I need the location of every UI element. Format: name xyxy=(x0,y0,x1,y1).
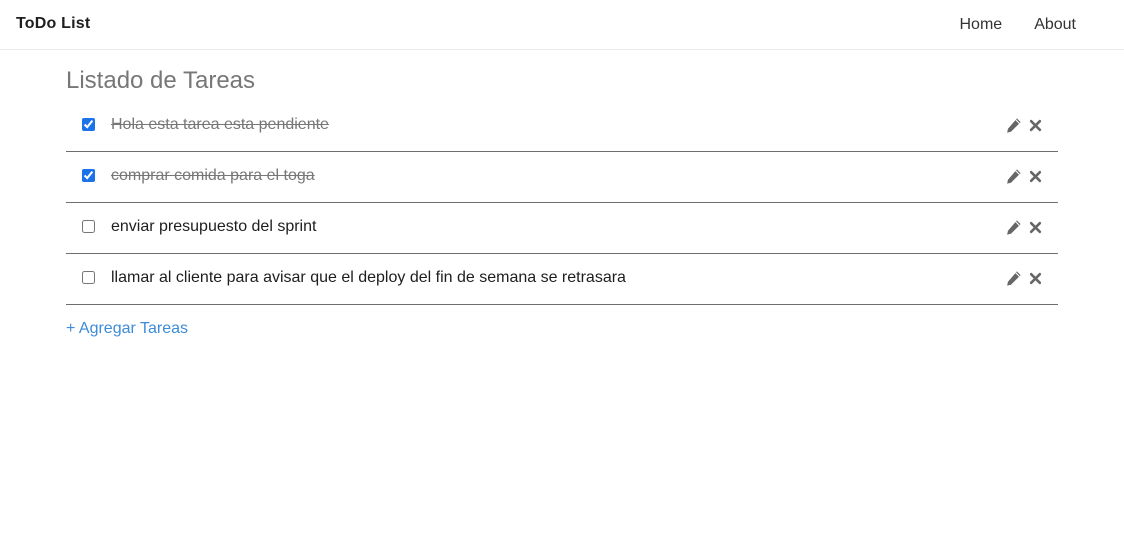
close-icon[interactable] xyxy=(1026,218,1044,236)
nav-home-link[interactable]: Home xyxy=(960,16,1003,34)
task-checkbox[interactable] xyxy=(82,220,95,233)
pencil-icon[interactable] xyxy=(1004,116,1022,134)
task-item: enviar presupuesto del sprint xyxy=(66,203,1058,254)
pencil-icon[interactable] xyxy=(1004,218,1022,236)
task-actions xyxy=(1000,269,1044,287)
task-checkbox[interactable] xyxy=(82,118,95,131)
task-text: comprar comida para el toga xyxy=(111,167,315,184)
task-checkbox[interactable] xyxy=(82,271,95,284)
main-content: Listado de Tareas Hola esta tarea esta p… xyxy=(66,50,1058,338)
task-list: Hola esta tarea esta pendiente comprar c… xyxy=(66,101,1058,305)
task-checkbox[interactable] xyxy=(82,169,95,182)
task-text: enviar presupuesto del sprint xyxy=(111,218,317,235)
nav-links: Home About xyxy=(960,0,1124,50)
close-icon[interactable] xyxy=(1026,116,1044,134)
task-item: comprar comida para el toga xyxy=(66,152,1058,203)
page-title: Listado de Tareas xyxy=(66,67,256,94)
task-item: Hola esta tarea esta pendiente xyxy=(66,101,1058,152)
close-icon[interactable] xyxy=(1026,167,1044,185)
app-brand[interactable]: ToDo List xyxy=(16,15,90,33)
task-item: llamar al cliente para avisar que el dep… xyxy=(66,254,1058,305)
task-text: Hola esta tarea esta pendiente xyxy=(111,116,329,133)
nav-about-link[interactable]: About xyxy=(1034,16,1076,34)
pencil-icon[interactable] xyxy=(1004,167,1022,185)
close-icon[interactable] xyxy=(1026,269,1044,287)
task-actions xyxy=(1000,218,1044,236)
add-task-link[interactable]: + Agregar Tareas xyxy=(66,320,188,338)
task-text: llamar al cliente para avisar que el dep… xyxy=(111,269,626,286)
pencil-icon[interactable] xyxy=(1004,269,1022,287)
navbar: ToDo List Home About xyxy=(0,0,1124,50)
task-actions xyxy=(1000,167,1044,185)
task-actions xyxy=(1000,116,1044,134)
